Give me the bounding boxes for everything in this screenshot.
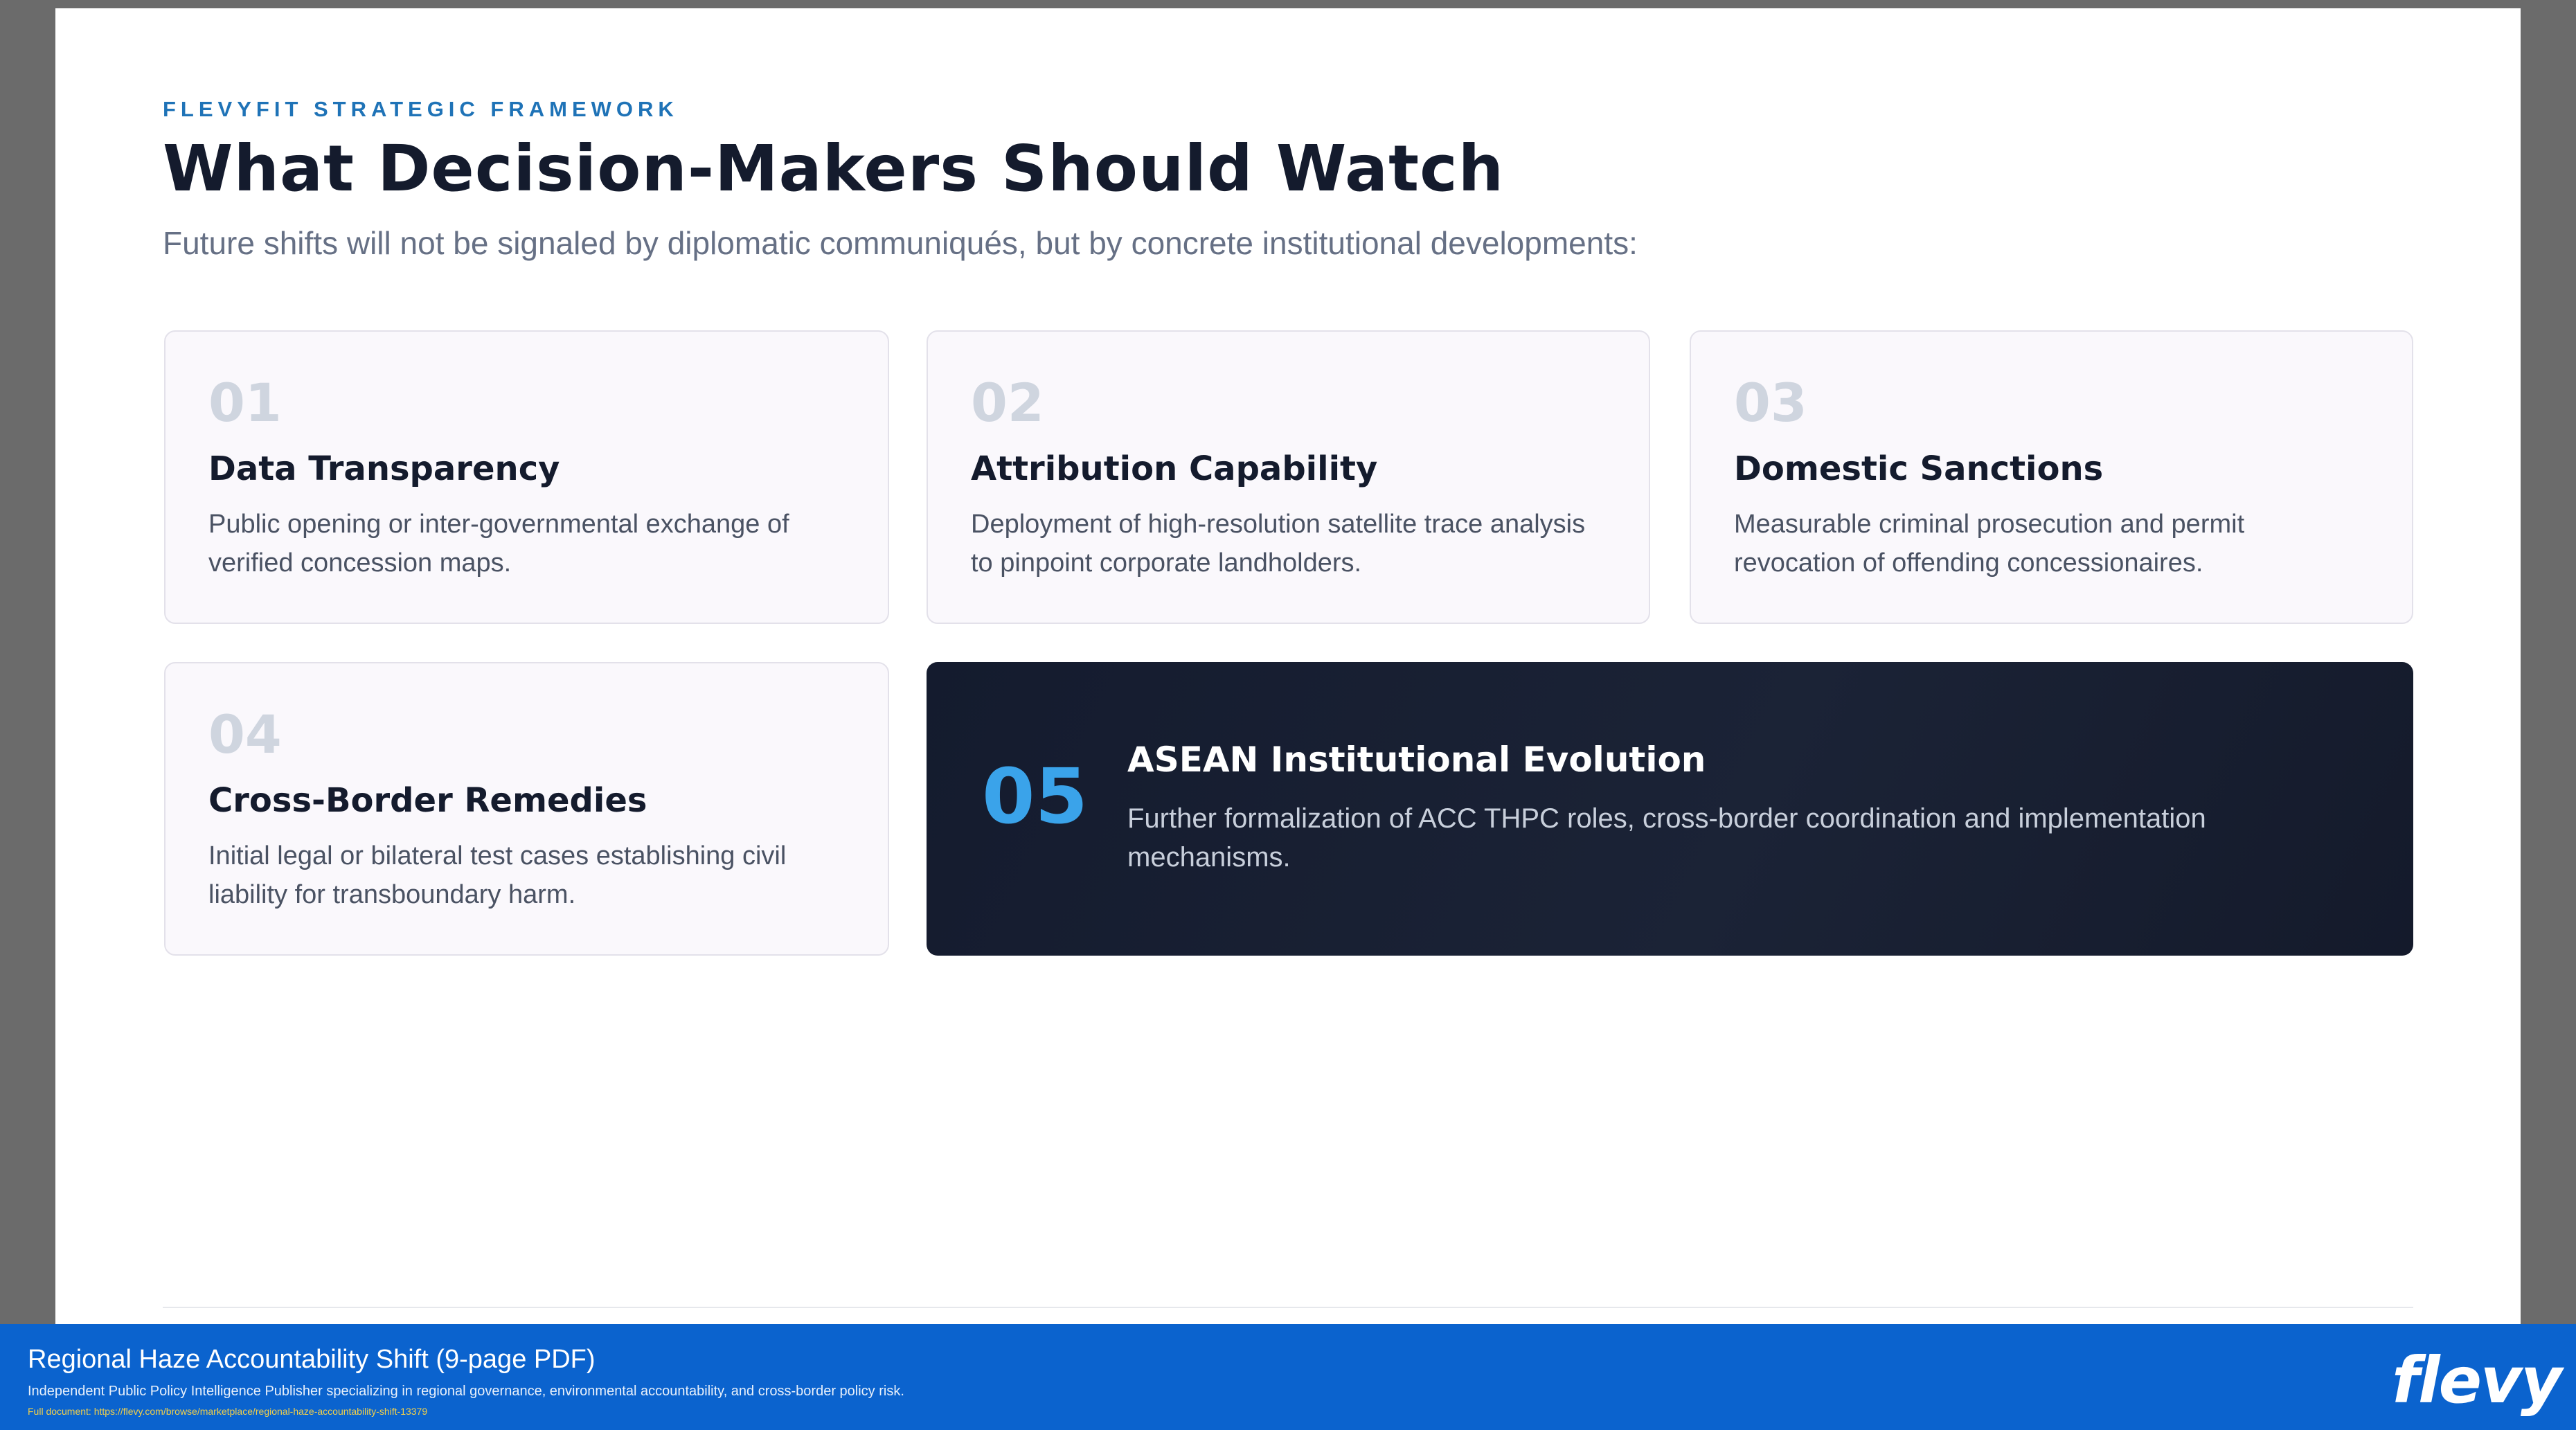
footer-bar: Regional Haze Accountability Shift (9-pa… <box>0 1324 2576 1430</box>
page-subtitle: Future shifts will not be signaled by di… <box>163 225 1638 261</box>
divider <box>163 1307 2413 1308</box>
card-title: Domestic Sanctions <box>1734 449 2104 488</box>
card-attribution-capability: 02 Attribution Capability Deployment of … <box>927 330 1650 624</box>
card-description: Initial legal or bilateral test cases es… <box>208 841 787 909</box>
slide: FLEVYFIT STRATEGIC FRAMEWORK What Decisi… <box>55 8 2521 1324</box>
card-number: 05 <box>982 752 1089 841</box>
card-title: Data Transparency <box>208 449 560 488</box>
card-description: Deployment of high-resolution satellite … <box>971 510 1586 578</box>
full-document-link[interactable]: Full document: https://flevy.com/browse/… <box>28 1406 427 1417</box>
card-domestic-sanctions: 03 Domestic Sanctions Measurable crimina… <box>1690 330 2413 624</box>
card-number: 03 <box>1734 372 1807 434</box>
card-data-transparency: 01 Data Transparency Public opening or i… <box>164 330 889 624</box>
document-pages: (9-page PDF) <box>436 1345 596 1374</box>
flevy-logo[interactable]: flevy <box>2392 1343 2562 1418</box>
document-name: Regional Haze Accountability Shift <box>28 1345 429 1374</box>
publisher-description: Independent Public Policy Intelligence P… <box>28 1384 904 1399</box>
document-title: Regional Haze Accountability Shift (9-pa… <box>28 1345 596 1375</box>
card-number: 02 <box>971 372 1044 434</box>
card-asean-institutional-evolution: 05 ASEAN Institutional Evolution Further… <box>927 662 2413 956</box>
card-title: ASEAN Institutional Evolution <box>1127 740 1706 780</box>
card-cross-border-remedies: 04 Cross-Border Remedies Initial legal o… <box>164 662 889 956</box>
card-number: 04 <box>208 704 282 765</box>
card-title: Cross-Border Remedies <box>208 781 647 820</box>
eyebrow-label: FLEVYFIT STRATEGIC FRAMEWORK <box>163 97 679 121</box>
card-description: Measurable criminal prosecution and perm… <box>1734 510 2245 578</box>
card-description: Public opening or inter-governmental exc… <box>208 510 789 578</box>
card-number: 01 <box>208 372 282 434</box>
card-description: Further formalization of ACC THPC roles,… <box>1127 803 2206 873</box>
card-title: Attribution Capability <box>971 449 1378 488</box>
page-title: What Decision-Makers Should Watch <box>163 132 1505 206</box>
